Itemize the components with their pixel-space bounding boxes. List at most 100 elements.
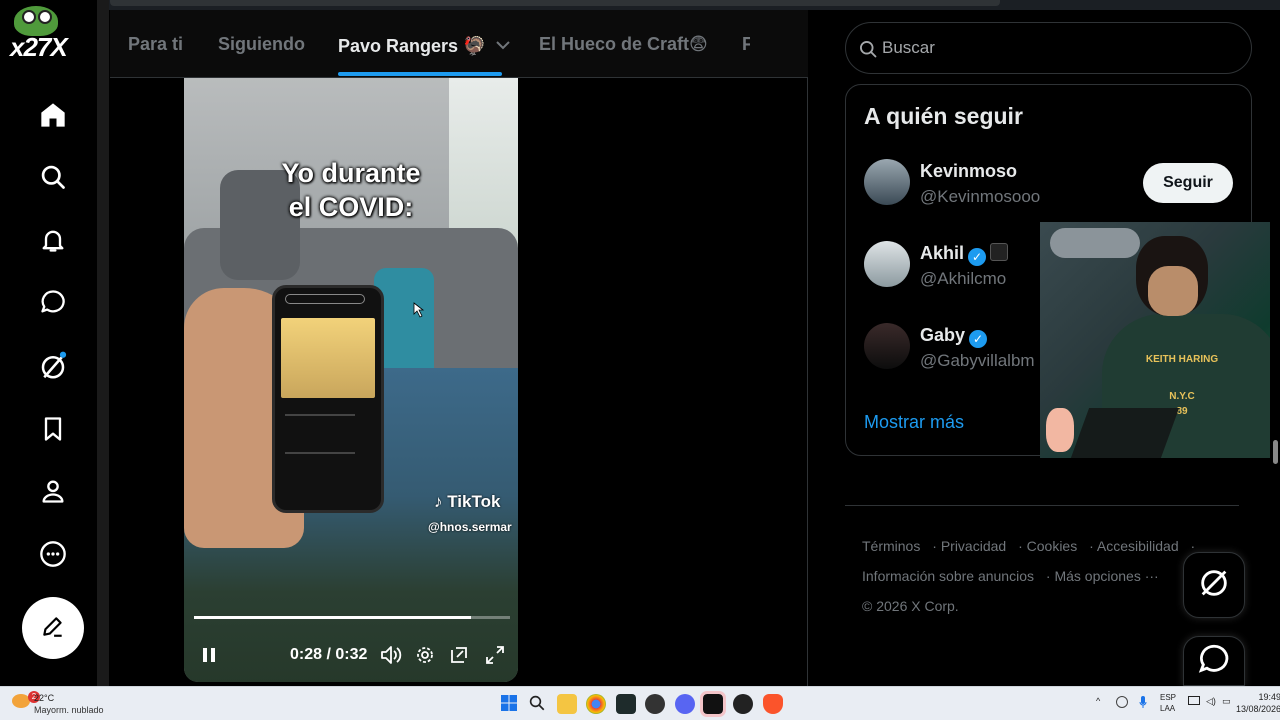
footer-link-cookies[interactable]: Cookies (1027, 538, 1078, 554)
user-name[interactable]: Akhil ✓ (920, 243, 1009, 266)
footer-link-accessibility[interactable]: Accesibilidad (1097, 538, 1179, 554)
windows-start-icon[interactable] (500, 694, 520, 714)
user-name[interactable]: Kevinmoso (920, 161, 1017, 182)
settings-gear-icon[interactable] (414, 644, 436, 666)
fullscreen-icon[interactable] (484, 644, 506, 666)
chevron-down-icon[interactable] (496, 34, 511, 55)
scrollbar-thumb[interactable] (1273, 440, 1278, 464)
user-handle: @Kevinmosooo (920, 187, 1041, 206)
footer-divider (845, 505, 1239, 506)
video-caption-line1: Yo durante (281, 158, 421, 188)
language-indicator[interactable]: ESP LAA (1160, 692, 1176, 714)
user-handle: @Akhilcmo (920, 269, 1007, 288)
video-player[interactable]: Yo durante el COVID: ♪ TikTok @hnos.serm… (184, 78, 518, 682)
discord-icon[interactable] (675, 694, 695, 714)
volume-icon[interactable] (380, 644, 402, 666)
page-scrollbar[interactable] (1270, 10, 1280, 686)
chevron-up-icon[interactable]: ^ (1096, 696, 1100, 706)
person-icon[interactable] (37, 475, 69, 507)
tiktok-label: TikTok (447, 492, 501, 511)
avatar[interactable] (864, 323, 910, 369)
phone-comment-lines (285, 414, 355, 454)
follow-suggestion[interactable]: Kevinmoso @Kevinmosooo Seguir (864, 159, 1244, 213)
nav-divider (97, 0, 109, 686)
microphone-arm (1050, 228, 1140, 258)
chat-bubble-icon (1197, 642, 1231, 681)
video-time: 0:28 / 0:32 (290, 646, 368, 663)
system-clock[interactable]: 19:49 13/08/2026 (1236, 691, 1280, 715)
x-app-icon[interactable] (700, 691, 726, 717)
keyboard (1070, 408, 1180, 458)
who-to-follow-title: A quién seguir (864, 103, 1023, 129)
video-controls: 0:28 / 0:32 (184, 638, 518, 672)
clock-date: 13/08/2026 (1236, 704, 1280, 714)
pause-icon[interactable] (198, 644, 220, 666)
picture-in-picture-icon[interactable] (448, 644, 470, 666)
follow-button[interactable]: Seguir (1143, 163, 1233, 203)
video-caption: Yo durante el COVID: (184, 156, 518, 224)
search-input[interactable] (882, 35, 1222, 61)
show-more-link[interactable]: Mostrar más (864, 412, 964, 433)
footer-link-terms[interactable]: Términos (862, 538, 920, 554)
battery-icon[interactable]: ▭ (1222, 696, 1231, 707)
chrome-icon[interactable] (586, 694, 606, 714)
shirt-line2: N.Y.C (1169, 391, 1195, 402)
brave-browser-icon[interactable] (763, 694, 783, 714)
obs-icon[interactable] (645, 694, 665, 714)
grok-slash-icon (1197, 566, 1231, 605)
search-icon[interactable] (528, 694, 548, 714)
tab-pavo-rangers-label: Pavo Rangers 🦃 (338, 36, 486, 56)
webcam-overlay: KEITH HARING N.Y.C 89 (1040, 222, 1276, 458)
messages-floating-button[interactable] (1183, 636, 1245, 686)
grok-slash-icon[interactable] (37, 350, 69, 382)
channel-logo: x27X (6, 4, 70, 64)
tab-el-hueco-de-craft[interactable]: El Hueco de Craft😨 (539, 34, 708, 55)
logo-text: x27X (10, 32, 68, 62)
video-caption-line2: el COVID: (288, 192, 414, 222)
phone-search-bar (285, 294, 365, 304)
bell-icon[interactable] (37, 224, 69, 256)
tiktok-watermark: ♪ TikTok (434, 492, 500, 512)
left-navigation: x27X (0, 0, 100, 686)
phone-screen-video (281, 318, 375, 398)
tab-siguiendo[interactable]: Siguiendo (218, 34, 305, 55)
windows-taskbar: 2 22°C Mayorm. nublado ^ ESP LAA ◁) ▭ 19… (0, 686, 1280, 720)
bookmark-icon[interactable] (37, 413, 69, 445)
avatar[interactable] (864, 159, 910, 205)
file-explorer-icon[interactable] (557, 694, 577, 714)
footer-link-ads-info[interactable]: Información sobre anuncios (862, 568, 1034, 584)
display-icon[interactable] (1188, 696, 1200, 705)
tab-pavo-rangers[interactable]: Pavo Rangers 🦃 (338, 34, 511, 57)
compose-icon (40, 613, 66, 644)
more-dots-icon[interactable] (37, 538, 69, 570)
terminal-app-icon[interactable] (616, 694, 636, 714)
footer-link-more-options[interactable]: Más opciones ··· (1054, 568, 1158, 584)
user-name[interactable]: Gaby ✓ (920, 325, 988, 348)
weather-desc: Mayorm. nublado (34, 705, 104, 715)
footer-link-privacy[interactable]: Privacidad (941, 538, 1006, 554)
video-progress-bar[interactable] (194, 616, 510, 619)
compose-button[interactable] (22, 597, 84, 659)
weather-widget[interactable]: 2 22°C Mayorm. nublado (10, 691, 130, 717)
affiliate-badge-icon (990, 243, 1009, 261)
sync-icon[interactable] (1116, 696, 1128, 708)
tiktok-note-icon: ♪ (434, 492, 443, 511)
video-frame-phone (272, 285, 384, 513)
tab-overflow[interactable]: F (742, 34, 750, 55)
chat-bubble-icon[interactable] (37, 286, 69, 318)
avatar[interactable] (864, 241, 910, 287)
user-name-text: Akhil (920, 243, 965, 263)
app-icon[interactable] (733, 694, 753, 714)
timeline-tabs: Para ti Siguiendo Pavo Rangers 🦃 El Huec… (110, 10, 889, 78)
shirt-graphic (1132, 367, 1232, 389)
verified-badge-icon: ✓ (968, 248, 987, 266)
tab-para-ti[interactable]: Para ti (128, 34, 183, 55)
search-icon[interactable] (37, 161, 69, 193)
home-icon[interactable] (37, 99, 69, 131)
search-box[interactable] (845, 22, 1252, 74)
volume-icon[interactable]: ◁) (1206, 696, 1216, 707)
microphone-icon[interactable] (1139, 696, 1147, 710)
grok-floating-button[interactable] (1183, 552, 1245, 618)
user-handle: @Gabyvillalbm (920, 351, 1035, 370)
keyboard-layout: LAA (1160, 704, 1176, 713)
